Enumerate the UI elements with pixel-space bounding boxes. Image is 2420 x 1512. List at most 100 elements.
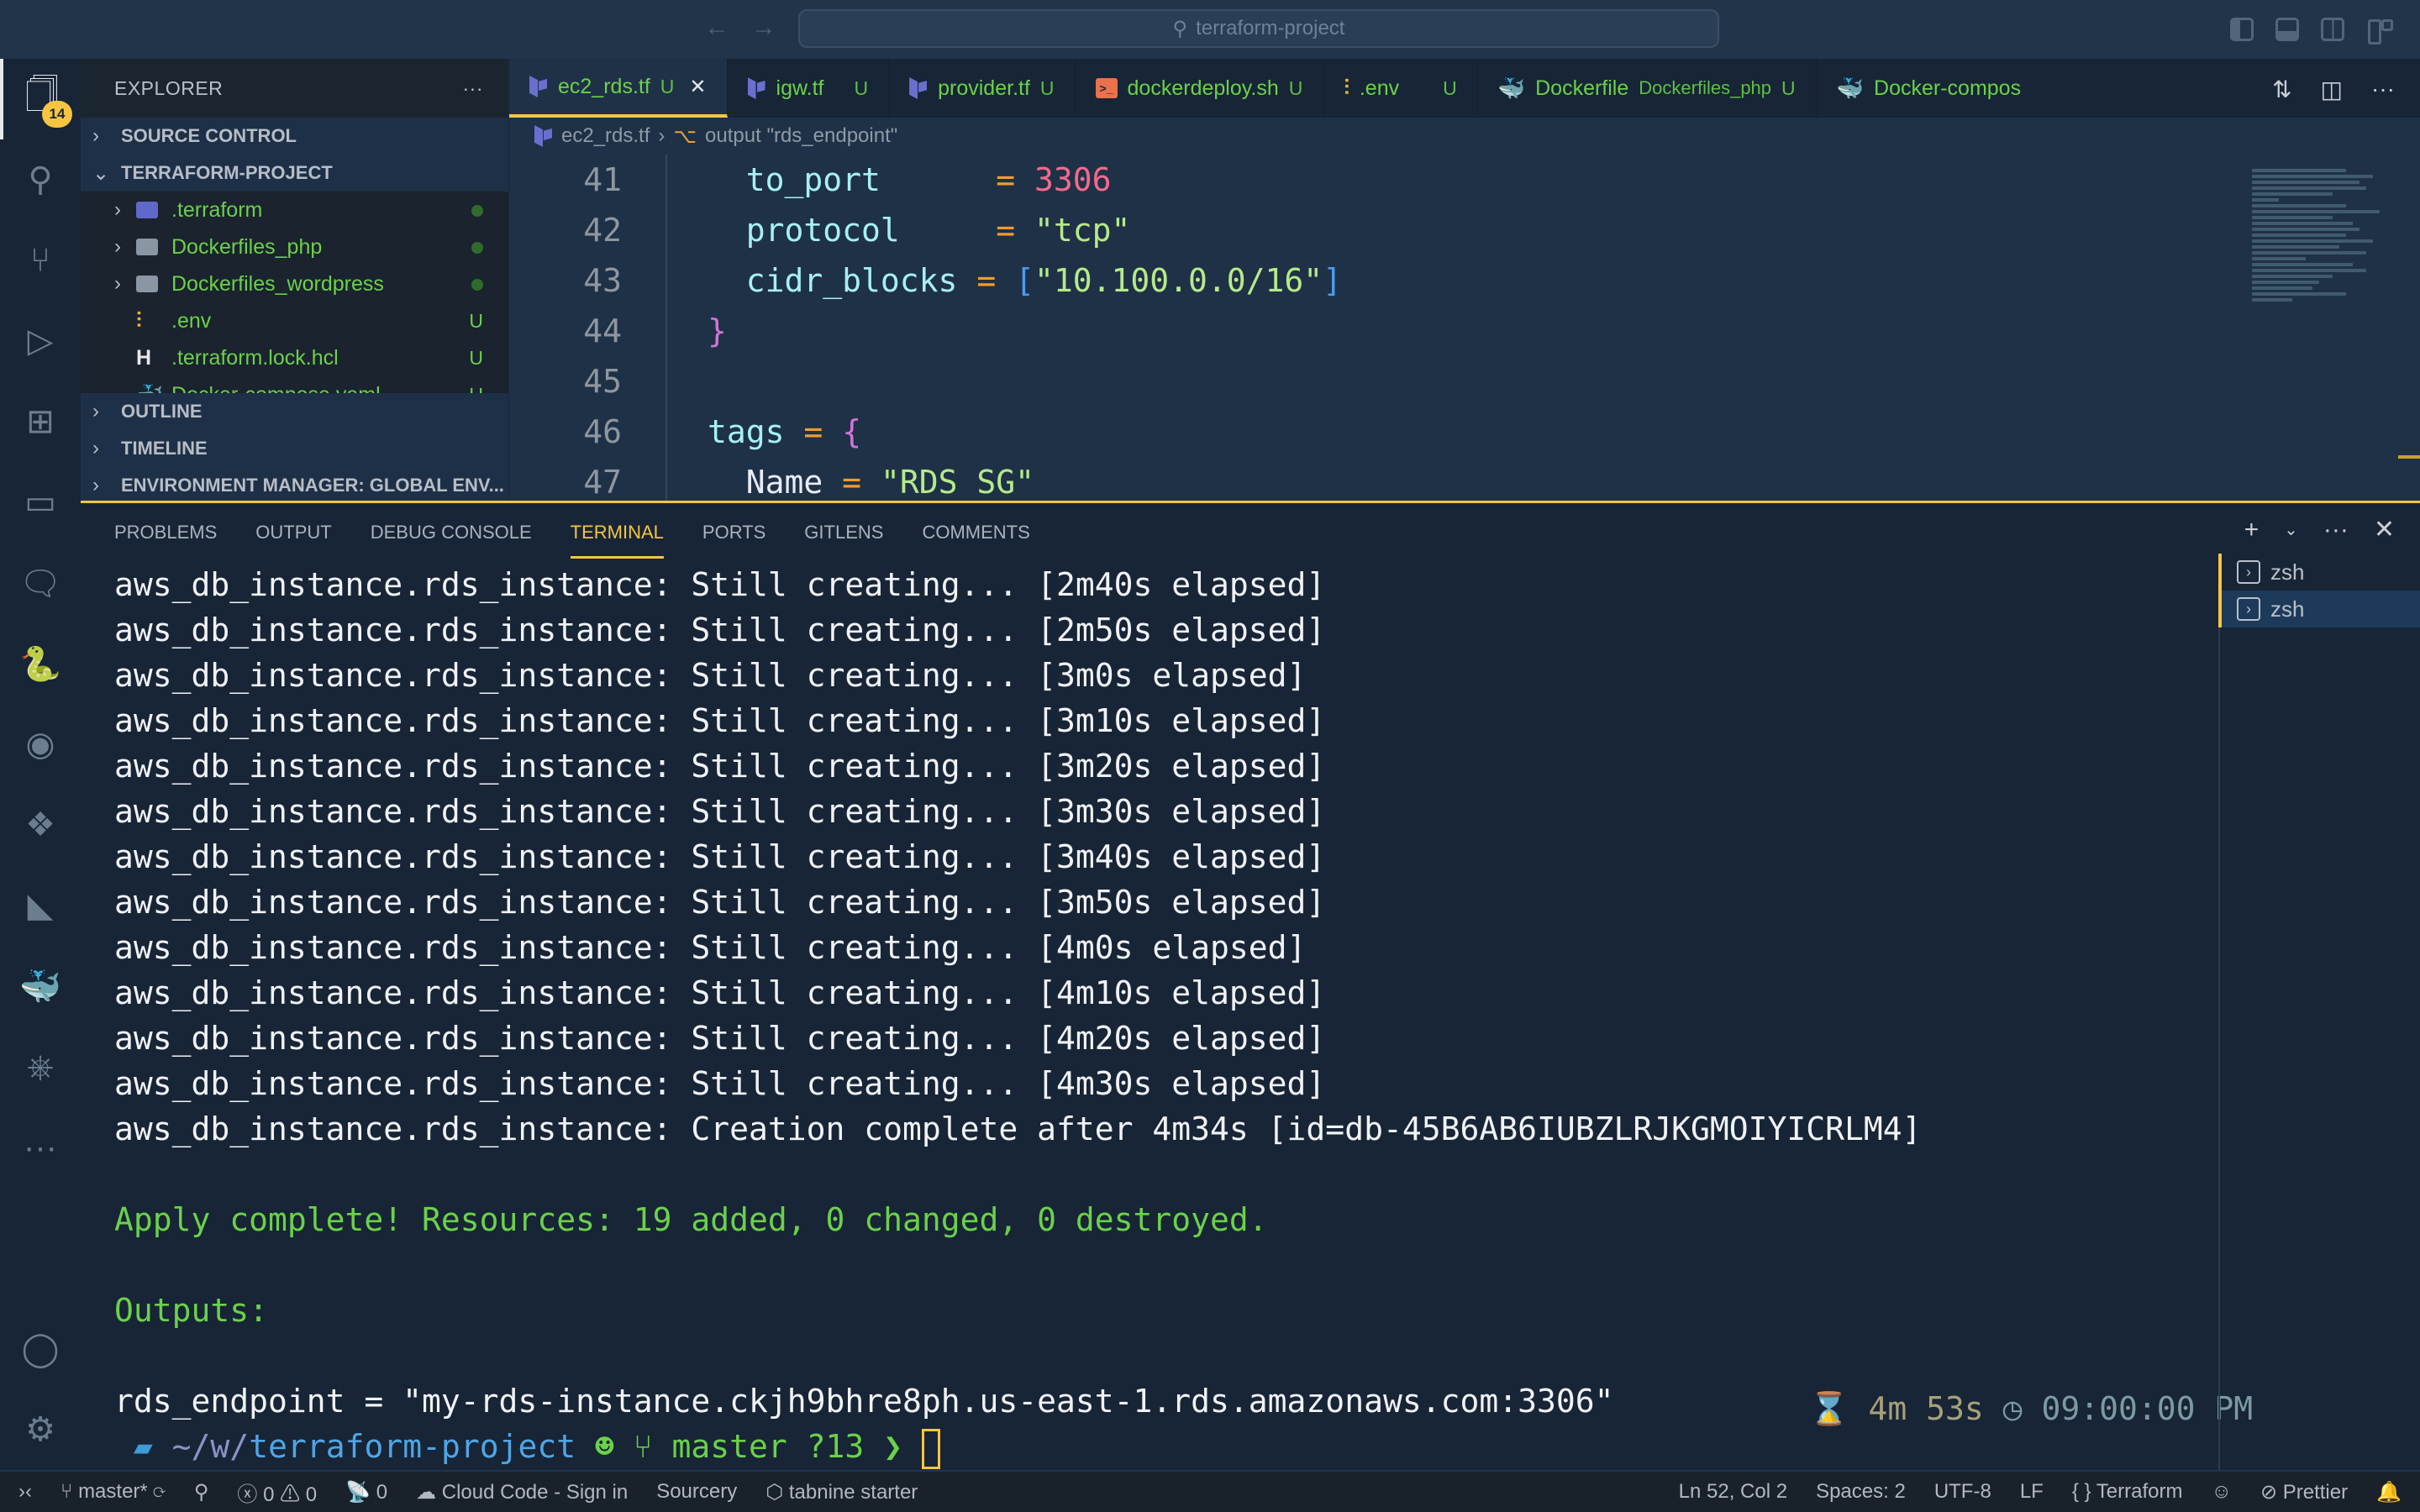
panel-more-button[interactable]: ···: [2323, 516, 2349, 544]
tab-comments[interactable]: COMMENTS: [922, 518, 1029, 559]
sync-icon[interactable]: ⟳: [153, 1480, 165, 1503]
folder-icon: ▰: [133, 1428, 153, 1465]
section-terraform-project[interactable]: ⌄ TERRAFORM-PROJECT: [81, 155, 508, 192]
indentation[interactable]: Spaces: 2: [1816, 1480, 1906, 1504]
tab-igw-tf[interactable]: igw.tf U: [728, 59, 890, 118]
compare-changes-icon[interactable]: ⇅: [2272, 76, 2291, 103]
kubernetes-icon[interactable]: ⎈: [0, 1026, 81, 1107]
tab-label: provider.tf: [938, 76, 1030, 100]
section-environment-manager[interactable]: › ENVIRONMENT MANAGER: GLOBAL ENV...: [81, 467, 508, 504]
tab-dockerdeploy-sh[interactable]: >_ dockerdeploy.sh U: [1076, 59, 1324, 118]
language-mode[interactable]: { } Terraform: [2072, 1480, 2183, 1504]
terminal-line: aws_db_instance.rds_instance: Still crea…: [114, 929, 1307, 966]
git-status-badge: U: [660, 75, 675, 97]
section-timeline[interactable]: › TIMELINE: [81, 430, 508, 467]
bottom-panel: PROBLEMS OUTPUT DEBUG CONSOLE TERMINAL P…: [81, 503, 2420, 1470]
tab-dockerfile[interactable]: 🐳 Dockerfile Dockerfiles_php U: [1478, 59, 1817, 118]
new-terminal-button[interactable]: +: [2244, 516, 2260, 544]
tab-docker-compose[interactable]: 🐳 Docker-compos: [1817, 59, 2041, 118]
cloud-code-status[interactable]: ☁ Cloud Code - Sign in: [416, 1480, 628, 1504]
tree-item-label: Dockerfiles_php: [171, 234, 323, 259]
notifications-bell-icon[interactable]: 🔔: [2376, 1480, 2402, 1504]
tab-gitlens[interactable]: GITLENS: [804, 518, 883, 559]
terminal-instance[interactable]: › zsh: [2218, 554, 2420, 591]
tab-debug-console[interactable]: DEBUG CONSOLE: [371, 518, 532, 559]
tab-provider-tf[interactable]: provider.tf U: [889, 59, 1076, 118]
breadcrumb-file[interactable]: ec2_rds.tf: [561, 124, 650, 148]
comments-icon[interactable]: 🗨: [0, 543, 81, 623]
search-icon[interactable]: ⚲: [0, 139, 81, 220]
section-source-control[interactable]: › SOURCE CONTROL: [81, 118, 508, 155]
section-outline[interactable]: › OUTLINE: [81, 393, 508, 430]
git-branch-status[interactable]: ⑂ master* ⟳: [60, 1480, 166, 1504]
explorer-icon[interactable]: 🗍 14: [0, 59, 81, 139]
tree-item-dockerfiles-php[interactable]: › Dockerfiles_php: [81, 228, 508, 265]
tab-env[interactable]: ⫶ .env U: [1323, 59, 1478, 118]
tab-problems[interactable]: PROBLEMS: [114, 518, 217, 559]
remote-indicator-icon[interactable]: ›‹: [18, 1480, 32, 1504]
code-editor[interactable]: 41 42 43 44 45 46 47 to_port = 3306 prot…: [509, 155, 2420, 501]
close-panel-button[interactable]: ✕: [2374, 515, 2395, 544]
tab-terminal[interactable]: TERMINAL: [570, 518, 664, 559]
terminal-line: aws_db_instance.rds_instance: Still crea…: [114, 793, 1326, 830]
encoding[interactable]: UTF-8: [1934, 1480, 1991, 1504]
tab-label: Docker-compos: [1874, 76, 2022, 100]
vscode-window: ← → ⚲ terraform-project 🗍 14 ⚲ ⑂ ▷ ⊞ ▭ 🗨 …: [0, 0, 2420, 1512]
source-control-icon[interactable]: ⑂: [0, 220, 81, 301]
command-center-search[interactable]: ⚲ terraform-project: [798, 9, 1719, 48]
terminal-line: aws_db_instance.rds_instance: Still crea…: [114, 748, 1326, 785]
extensions-icon[interactable]: ⊞: [0, 381, 81, 462]
tabnine-status[interactable]: ⬡ tabnine starter: [765, 1480, 918, 1504]
terraform-icon[interactable]: ◣: [0, 865, 81, 946]
cursor-position[interactable]: Ln 52, Col 2: [1679, 1480, 1787, 1504]
customize-layout-icon[interactable]: [2366, 18, 2393, 45]
prettier-status[interactable]: ⊘ Prettier: [2260, 1480, 2348, 1504]
tree-item-terraform-folder[interactable]: › .terraform: [81, 192, 508, 228]
tree-item-docker-compose[interactable]: 🐳 Docker-compose.yaml U: [81, 376, 508, 394]
chevron-down-icon[interactable]: ⌄: [2284, 519, 2298, 540]
tree-item-terraform-lock[interactable]: H .terraform.lock.hcl U: [81, 339, 508, 376]
arrow-right-icon[interactable]: →: [751, 13, 776, 42]
more-actions-icon[interactable]: ···: [2371, 76, 2395, 103]
minimap[interactable]: [2252, 166, 2386, 360]
toggle-primary-sidebar-icon[interactable]: [2230, 18, 2254, 41]
dropbox-icon[interactable]: ❖: [0, 785, 81, 865]
more-icon[interactable]: ···: [0, 1107, 81, 1188]
end-of-line[interactable]: LF: [2020, 1480, 2044, 1504]
close-icon[interactable]: ✕: [689, 75, 706, 99]
account-icon[interactable]: ◯: [0, 1309, 81, 1389]
git-status-badge: U: [854, 76, 869, 99]
settings-gear-icon[interactable]: ⚙: [0, 1389, 81, 1470]
terminal-line: aws_db_instance.rds_instance: Still crea…: [114, 612, 1326, 648]
terminal-output[interactable]: aws_db_instance.rds_instance: Still crea…: [114, 562, 2232, 1469]
git-graph-icon[interactable]: ⚲: [194, 1480, 209, 1504]
problems-status[interactable]: ⓧ 0 ⚠ 0: [237, 1478, 317, 1507]
braces-icon: { }: [2071, 1480, 2091, 1503]
split-editor-icon[interactable]: ◫: [2321, 76, 2343, 103]
toggle-secondary-sidebar-icon[interactable]: [2321, 18, 2344, 41]
tab-output[interactable]: OUTPUT: [255, 518, 331, 559]
toggle-panel-icon[interactable]: [2275, 18, 2299, 41]
ports-status[interactable]: 📡 0: [345, 1480, 387, 1504]
editor-tabs: ec2_rds.tf U ✕ igw.tf U provider.tf U >_…: [509, 59, 2420, 118]
explorer-more-button[interactable]: ···: [463, 77, 483, 100]
tree-item-dockerfiles-wordpress[interactable]: › Dockerfiles_wordpress: [81, 265, 508, 302]
breadcrumb-symbol[interactable]: output "rds_endpoint": [705, 124, 897, 148]
scrollbar-marker[interactable]: [2398, 455, 2420, 459]
tab-ec2-rds-tf[interactable]: ec2_rds.tf U ✕: [509, 59, 728, 118]
remote-explorer-icon[interactable]: ▭: [0, 462, 81, 543]
arrow-left-icon[interactable]: ←: [704, 13, 729, 42]
line-number: 45: [583, 363, 622, 400]
terminal-instance-selected[interactable]: › zsh: [2218, 591, 2420, 627]
sourcery-status[interactable]: Sourcery: [656, 1480, 737, 1504]
terminal-line: aws_db_instance.rds_instance: Still crea…: [114, 838, 1326, 875]
tab-ports[interactable]: PORTS: [702, 518, 765, 559]
python-icon[interactable]: 🐍: [0, 623, 81, 704]
run-debug-icon[interactable]: ▷: [0, 301, 81, 381]
copilot-icon[interactable]: ◉: [0, 704, 81, 785]
docker-icon[interactable]: 🐳: [0, 946, 81, 1026]
tree-item-env[interactable]: ⫶ .env U: [81, 302, 508, 339]
nav-arrows: ← →: [704, 13, 776, 42]
copilot-status-icon[interactable]: ☺: [2211, 1480, 2232, 1504]
